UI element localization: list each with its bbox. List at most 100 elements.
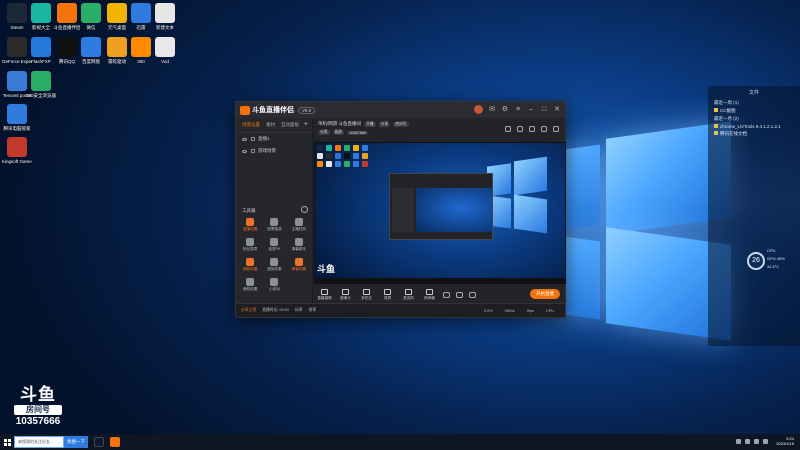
tool-item[interactable]: 连麦PK <box>262 238 286 252</box>
minimize-icon[interactable]: – <box>527 105 535 113</box>
status-item: 帧率 <box>308 308 317 312</box>
control-capture[interactable]: 直播摄像 <box>314 288 335 301</box>
microphone-icon <box>405 288 412 295</box>
control-label: 多机位 <box>361 295 372 300</box>
desktop-icon-label: 新建文本 <box>156 25 174 30</box>
chip[interactable]: 开播 <box>364 121 376 127</box>
status-metric: 0KB/s <box>504 308 515 313</box>
layout-icon[interactable] <box>529 126 535 132</box>
side-row[interactable]: 最近一月 (2) <box>708 115 800 123</box>
tool-item[interactable]: 美颜设置 <box>238 278 262 292</box>
tool-icon <box>294 258 303 266</box>
status-metric: 0.0% <box>483 308 493 313</box>
control-mic[interactable]: 麦克风 <box>398 288 419 301</box>
tool-icon <box>270 238 279 246</box>
screenshot-icon[interactable] <box>517 126 523 132</box>
maximize-icon[interactable]: □ <box>540 105 548 113</box>
filter-icon[interactable] <box>456 291 463 298</box>
douyu-taskbar-icon[interactable] <box>110 437 120 447</box>
menu-icon[interactable]: ≡ <box>514 105 522 113</box>
status-metric: CPU <box>545 308 554 313</box>
steam-taskbar-icon[interactable] <box>94 437 104 447</box>
tool-item[interactable]: 粉丝勋章 <box>238 238 262 252</box>
tool-icon <box>294 218 303 226</box>
tool-label: 弹幕助手 <box>291 247 307 251</box>
side-row[interactable]: chrome_LiVTools 9.4.1.2.1.2.1 <box>708 123 800 130</box>
temp-line: GPU 45% <box>767 256 785 261</box>
home-icon[interactable] <box>541 126 547 132</box>
monitor-icon <box>321 288 328 295</box>
tool-item[interactable]: 投票抽奖 <box>262 218 286 232</box>
control-camera[interactable]: 摄像头 <box>335 288 356 301</box>
settings-icon[interactable]: ⚙ <box>501 105 509 113</box>
baidu-pan-icon <box>81 37 101 57</box>
scene-row[interactable]: 游戏场景 <box>236 145 312 157</box>
video-icon[interactable] <box>443 291 450 298</box>
checkbox-icon[interactable] <box>251 137 255 141</box>
live-preview[interactable]: 斗鱼 <box>314 142 566 284</box>
control-multicam[interactable]: 多机位 <box>356 288 377 301</box>
tool-item[interactable]: 主播任务 <box>287 218 311 232</box>
desktop-icon[interactable]: 新建文本 <box>150 3 180 31</box>
desktop-icon[interactable]: Vod <box>150 37 180 65</box>
tool-item[interactable]: 弹幕设置 <box>287 258 311 272</box>
user-avatar[interactable] <box>474 105 483 114</box>
desktop-icon[interactable]: 腾讯电脑管家 <box>2 104 32 132</box>
toolbox-grid: 直播设置 投票抽奖 主播任务粉丝勋章 连麦PK 弹幕助手视频设置 虚拟形象 弹幕设置美颜设置… <box>238 218 311 292</box>
windows-icon <box>3 438 11 446</box>
tool-item[interactable]: 视频设置 <box>238 258 262 272</box>
side-row[interactable]: CC截图 <box>708 107 800 115</box>
tab-interact[interactable]: 互动面板 <box>281 122 299 128</box>
file-side-panel: 文件 最近一周 (1) CC截图 最近一月 (2) chrome_LiVTool… <box>708 86 800 346</box>
taskbar-search-input[interactable]: 来搜我的关注好友... <box>14 436 64 448</box>
desktop-icon[interactable]: 360安全浏览器 <box>26 71 56 99</box>
tool-item[interactable]: 直播设置 <box>238 218 262 232</box>
tool-item[interactable]: 小游戏 <box>262 278 286 292</box>
taskbar-search-button[interactable]: 找搜一下 <box>64 436 88 448</box>
desktop-icon-label: Vod <box>161 59 169 64</box>
camera-icon[interactable] <box>505 126 511 132</box>
tab-material[interactable]: 素材 <box>266 122 275 128</box>
network-icon[interactable] <box>745 438 751 444</box>
control-record[interactable]: 录屏 <box>377 288 398 301</box>
tool-item[interactable]: 弹幕助手 <box>287 238 311 252</box>
side-panel-title: 文件 <box>748 90 759 96</box>
gear-icon[interactable] <box>469 291 476 298</box>
system-tray: 9:24 2023/1/15 <box>736 436 794 446</box>
ime-icon[interactable] <box>763 438 769 444</box>
checkbox-icon[interactable] <box>251 149 255 153</box>
chip[interactable]: 画质 <box>332 130 345 135</box>
tab-scene[interactable]: 场景设置 <box>242 122 260 128</box>
chip[interactable]: 房间号 <box>393 121 409 127</box>
toolbox-settings-icon[interactable] <box>301 206 308 213</box>
fullscreen-icon[interactable] <box>553 126 559 132</box>
desktop-icon-label: Kingsoft Game Be... <box>2 159 32 164</box>
add-scene-icon[interactable]: + <box>304 121 308 128</box>
start-button[interactable] <box>0 434 14 450</box>
desktop-icon[interactable]: Kingsoft Game Be... <box>2 137 32 165</box>
volume-icon[interactable] <box>754 438 760 444</box>
scene-label: 游戏场景 <box>258 148 276 153</box>
douyu-fish-icon <box>240 105 250 115</box>
app-titlebar[interactable]: 斗鱼直播伴侣 V6.0 ✉ ⚙ ≡ – □ ✕ <box>236 102 565 118</box>
tool-label: 弹幕设置 <box>291 267 307 271</box>
side-row[interactable]: 最近一周 (1) <box>708 99 800 107</box>
clock[interactable]: 9:24 2023/1/15 <box>776 436 794 446</box>
eye-icon[interactable] <box>242 137 247 141</box>
tray-icon[interactable] <box>736 438 742 444</box>
eye-icon[interactable] <box>242 149 247 153</box>
scene-row[interactable]: 直播1 <box>236 133 312 145</box>
camera-icon <box>342 288 349 295</box>
chip[interactable]: 分享 <box>378 121 391 127</box>
tool-label: 视频设置 <box>242 267 258 271</box>
version-pill[interactable]: V6.0 <box>298 106 316 114</box>
control-speaker[interactable]: 扬声器 <box>419 288 440 301</box>
start-live-button[interactable]: 开始直播 <box>530 289 560 299</box>
tool-item[interactable]: 虚拟形象 <box>262 258 286 272</box>
chip[interactable]: 分类 <box>318 130 330 135</box>
mail-icon[interactable]: ✉ <box>488 105 496 113</box>
side-row[interactable]: 腾讯在线文档 <box>708 130 800 138</box>
close-icon[interactable]: ✕ <box>553 105 561 113</box>
tool-label: 美颜设置 <box>242 287 258 291</box>
room-title[interactable]: 单机/网游 斗鱼直播间 <box>318 121 361 127</box>
